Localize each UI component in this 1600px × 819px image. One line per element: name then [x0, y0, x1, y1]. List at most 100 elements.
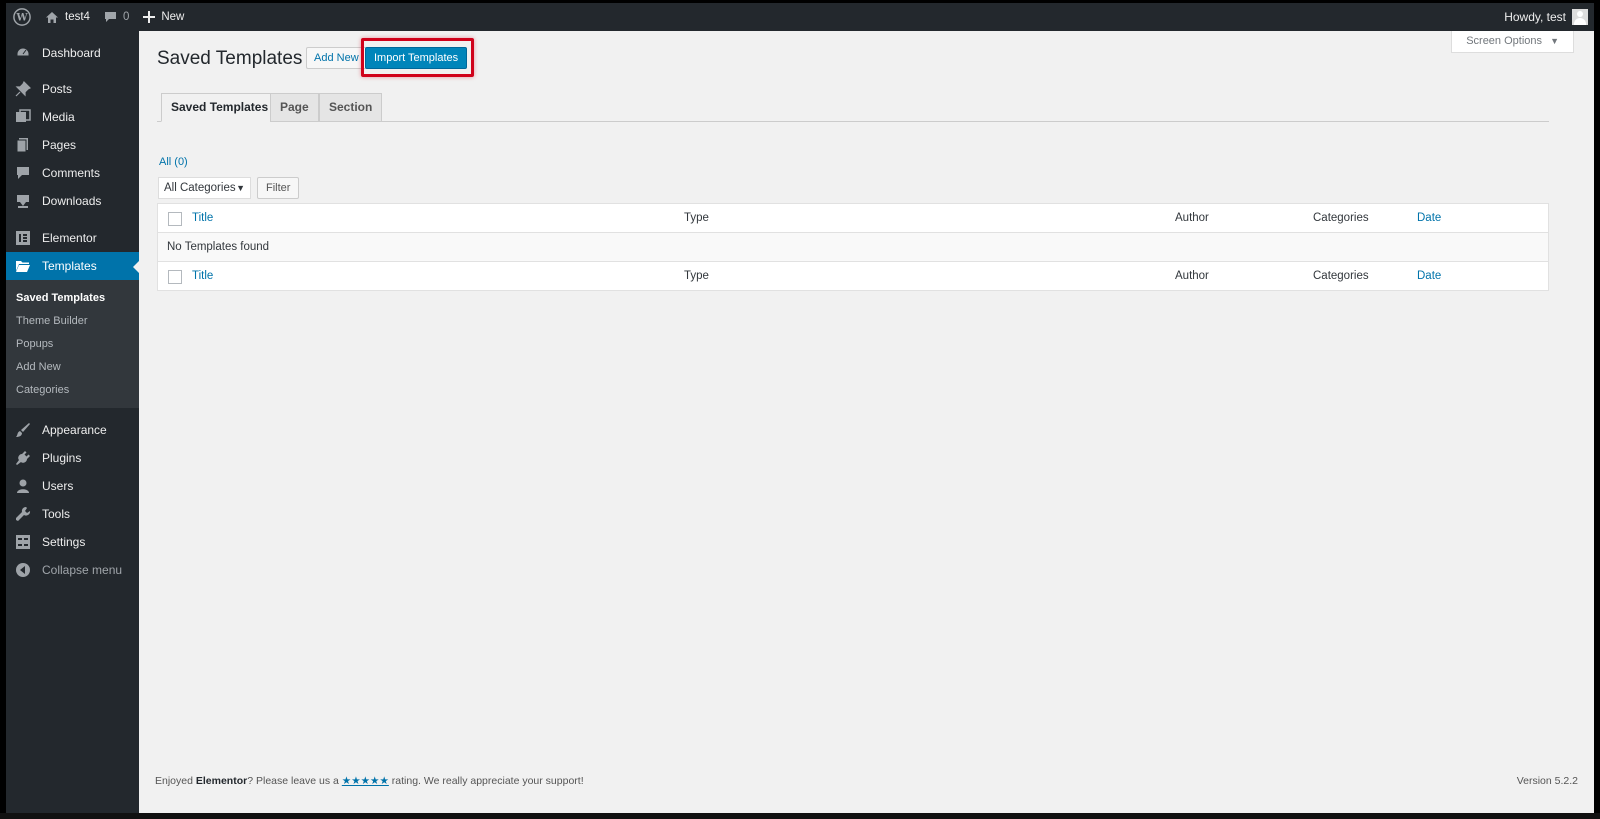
column-date[interactable]: Date	[1417, 204, 1441, 233]
admin-bar: W test4 0 New Howdy, test	[6, 3, 1594, 31]
footer-credit: Enjoyed Elementor? Please leave us a ★★★…	[155, 775, 584, 787]
empty-message: No Templates found	[167, 241, 270, 253]
menu-elementor[interactable]: Elementor	[6, 224, 139, 252]
menu-label: Comments	[42, 166, 101, 180]
brush-icon	[15, 422, 31, 438]
comment-icon	[15, 165, 31, 181]
tab-page[interactable]: Page	[270, 93, 319, 122]
import-templates-button[interactable]: Import Templates	[365, 47, 468, 69]
menu-label: Users	[42, 479, 74, 493]
category-select-value: All Categories	[164, 182, 236, 194]
menu-comments[interactable]: Comments	[6, 159, 139, 187]
column-categories: Categories	[1313, 270, 1369, 282]
column-author: Author	[1175, 270, 1209, 282]
column-date[interactable]: Date	[1417, 262, 1441, 291]
footer-brand: Elementor	[195, 775, 248, 787]
templates-submenu: Saved Templates Theme Builder Popups Add…	[6, 280, 139, 408]
menu-label: Plugins	[42, 451, 82, 465]
new-content-link[interactable]: New	[136, 3, 191, 31]
submenu-add-new[interactable]: Add New	[6, 356, 139, 379]
menu-label: Templates	[42, 259, 97, 273]
menu-label: Pages	[42, 138, 77, 152]
new-label: New	[161, 11, 185, 23]
submenu-saved-templates[interactable]: Saved Templates	[6, 287, 139, 310]
submenu-categories[interactable]: Categories	[6, 379, 139, 402]
column-type: Type	[684, 270, 709, 282]
menu-templates[interactable]: Templates	[6, 252, 139, 280]
wrench-icon	[15, 506, 31, 522]
folder-icon	[15, 258, 31, 274]
template-type-tabs: Saved Templates Page Section	[157, 93, 1549, 122]
column-title[interactable]: Title	[192, 204, 213, 233]
menu-users[interactable]: Users	[6, 472, 139, 500]
page-title: Saved Templates	[157, 48, 303, 69]
menu-posts[interactable]: Posts	[6, 75, 139, 103]
tab-saved-templates[interactable]: Saved Templates	[161, 93, 279, 122]
home-icon	[45, 11, 59, 24]
menu-plugins[interactable]: Plugins	[6, 444, 139, 472]
settings-icon	[15, 534, 31, 550]
table-footer-row: Title Type Author Categories Date	[158, 262, 1548, 291]
select-all-checkbox-footer[interactable]	[168, 270, 182, 284]
column-categories: Categories	[1313, 212, 1369, 224]
menu-label: Dashboard	[42, 46, 101, 60]
elementor-icon	[15, 230, 31, 246]
submenu-theme-builder[interactable]: Theme Builder	[6, 310, 139, 333]
templates-table: Title Type Author Categories Date No Tem…	[157, 203, 1549, 291]
submenu-popups[interactable]: Popups	[6, 333, 139, 356]
column-title[interactable]: Title	[192, 262, 213, 291]
howdy-text: Howdy, test	[1504, 10, 1566, 24]
dropdown-arrow-icon: ▼	[236, 183, 245, 193]
collapse-menu-button[interactable]: Collapse menu	[6, 556, 139, 584]
pages-icon	[15, 137, 31, 153]
wordpress-logo-icon[interactable]: W	[6, 3, 38, 31]
table-header-row: Title Type Author Categories Date	[158, 204, 1548, 233]
footer-text: rating. We really appreciate your suppor…	[388, 775, 584, 787]
menu-downloads[interactable]: Downloads	[6, 187, 139, 215]
table-row: No Templates found	[158, 233, 1548, 262]
column-type: Type	[684, 212, 709, 224]
comment-bubble-icon	[104, 11, 117, 23]
collapse-arrow-icon	[15, 562, 31, 578]
comments-count: 0	[122, 11, 130, 23]
column-author: Author	[1175, 212, 1209, 224]
add-new-button[interactable]: Add New	[306, 47, 367, 69]
bottom-strip	[0, 813, 1600, 819]
main-content: Screen Options ▼ Saved Templates Add New…	[139, 31, 1594, 813]
menu-label: Elementor	[42, 231, 97, 245]
media-icon	[15, 109, 31, 125]
menu-dashboard[interactable]: Dashboard	[6, 39, 139, 67]
plus-icon	[143, 11, 156, 23]
svg-text:W: W	[15, 13, 28, 24]
all-count-link[interactable]: All (0)	[159, 156, 188, 168]
version-text: Version 5.2.2	[1516, 775, 1578, 787]
menu-appearance[interactable]: Appearance	[6, 416, 139, 444]
user-icon	[15, 478, 31, 494]
rating-stars-link[interactable]: ★★★★★	[342, 775, 389, 787]
screen-options-button[interactable]: Screen Options ▼	[1451, 31, 1574, 53]
category-select[interactable]: All Categories ▼	[158, 177, 251, 199]
site-name: test4	[65, 11, 90, 23]
menu-settings[interactable]: Settings	[6, 528, 139, 556]
plugin-icon	[15, 450, 31, 466]
site-name-link[interactable]: test4	[38, 3, 97, 31]
menu-pages[interactable]: Pages	[6, 131, 139, 159]
menu-tools[interactable]: Tools	[6, 500, 139, 528]
admin-sidebar: Dashboard Posts Media Pages Comments Dow…	[6, 31, 139, 813]
footer-text: ? Please leave us a	[247, 775, 342, 787]
menu-label: Tools	[42, 507, 71, 521]
menu-label: Settings	[42, 535, 86, 549]
download-icon	[15, 193, 31, 209]
collapse-label: Collapse menu	[42, 563, 123, 577]
footer-text: Enjoyed	[155, 775, 196, 787]
menu-label: Media	[42, 110, 75, 124]
dashboard-icon	[15, 45, 31, 61]
tab-section[interactable]: Section	[319, 93, 383, 122]
select-all-checkbox[interactable]	[168, 212, 182, 226]
avatar	[1572, 9, 1588, 25]
my-account[interactable]: Howdy, test	[1504, 9, 1594, 25]
filter-button[interactable]: Filter	[257, 177, 300, 199]
comments-link[interactable]: 0	[97, 3, 136, 31]
menu-media[interactable]: Media	[6, 103, 139, 131]
menu-label: Appearance	[42, 423, 107, 437]
